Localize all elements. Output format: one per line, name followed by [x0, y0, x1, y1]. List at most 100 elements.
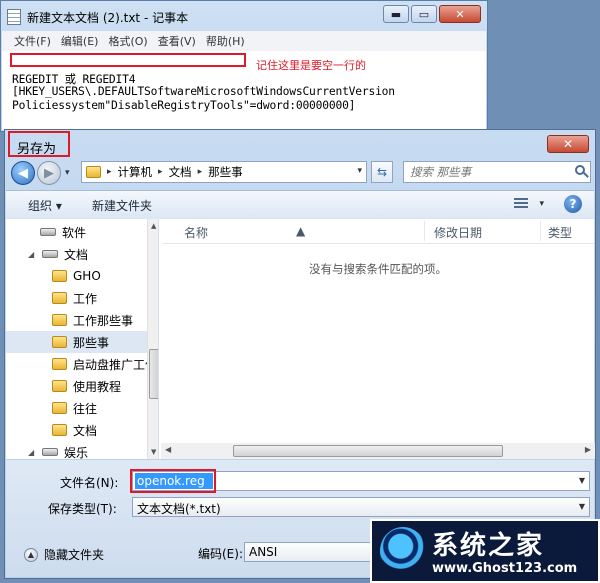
notepad-text-area[interactable]: 记住这里是要空一行的 REGEDIT 或 REGEDIT4 [HKEY_USER…: [2, 51, 486, 130]
menu-file[interactable]: 文件(F): [14, 33, 51, 49]
scroll-down-arrow-icon[interactable]: ▼: [151, 448, 156, 456]
tree-item-gho[interactable]: GHO: [52, 265, 101, 287]
notepad-icon: [7, 9, 21, 25]
forward-button[interactable]: ▶: [37, 161, 61, 185]
tree-scrollbar[interactable]: ▲ ▼: [147, 219, 158, 459]
column-headers: ▲ 名称 修改日期 类型: [162, 219, 594, 244]
tree-item-label: 工作那些事: [73, 313, 134, 328]
collapse-arrow-icon[interactable]: ◢: [28, 250, 36, 259]
tree-item-wangwang[interactable]: 往往: [52, 397, 97, 419]
breadcrumb-computer[interactable]: 计算机: [118, 164, 153, 180]
tree-item-label: 往往: [73, 401, 98, 416]
tree-item-entertainment[interactable]: ◢ 娱乐: [28, 441, 89, 460]
search-icon[interactable]: [575, 165, 585, 175]
filename-dropdown-icon[interactable]: ▼: [579, 476, 585, 485]
filetype-dropdown-icon[interactable]: ▼: [579, 502, 585, 511]
menu-format[interactable]: 格式(O): [108, 33, 147, 49]
filename-label: 文件名(N):: [60, 476, 119, 490]
menu-edit[interactable]: 编辑(E): [61, 33, 99, 49]
column-name[interactable]: 名称: [184, 224, 208, 241]
tree-item-label: 软件: [62, 225, 87, 240]
tree-item-software[interactable]: 软件: [40, 221, 86, 243]
encoding-value: ANSI: [249, 545, 278, 559]
tree-item-bootdisk[interactable]: 启动盘推广工作: [52, 353, 157, 375]
collapse-arrow-icon[interactable]: ◢: [28, 448, 36, 457]
file-list-hscrollbar[interactable]: ◀ ▶: [161, 443, 595, 459]
refresh-button[interactable]: ⇆: [371, 161, 393, 183]
encoding-select[interactable]: ANSI: [244, 542, 374, 562]
hscroll-thumb[interactable]: [233, 445, 503, 457]
tree-item-label: GHO: [73, 269, 101, 283]
hide-folders-button[interactable]: ▲ 隐藏文件夹: [24, 546, 104, 563]
scroll-up-arrow-icon[interactable]: ▲: [151, 222, 156, 230]
maximize-button[interactable]: ▭: [411, 5, 437, 23]
back-button[interactable]: ◀: [11, 161, 35, 185]
address-sep[interactable]: ▸: [158, 167, 163, 177]
watermark-logo: 系统之家 www.Ghost123.com: [370, 519, 600, 583]
notepad-titlebar: 新建文本文档 (2).txt - 记事本: [7, 7, 188, 27]
views-dropdown[interactable]: ▾: [539, 199, 544, 209]
new-folder-button[interactable]: 新建文件夹: [92, 197, 152, 214]
tree-item-label: 文档: [73, 423, 98, 438]
tree-item-label: 工作: [73, 291, 98, 306]
folder-icon: [52, 292, 67, 304]
help-icon[interactable]: ?: [564, 195, 582, 213]
tree-scroll-thumb[interactable]: [149, 349, 158, 399]
filetype-label: 保存类型(T):: [48, 502, 117, 516]
minimize-button[interactable]: ▬: [383, 5, 409, 23]
tree-item-docs-folder[interactable]: 文档: [52, 419, 97, 441]
column-divider[interactable]: [424, 221, 425, 241]
hide-folders-label: 隐藏文件夹: [44, 548, 105, 562]
dialog-close-button[interactable]: ✕: [547, 135, 589, 153]
recent-pages-dropdown[interactable]: ▾: [65, 168, 70, 178]
notepad-close-button[interactable]: ✕: [439, 5, 481, 23]
scroll-left-arrow-icon[interactable]: ◀: [165, 445, 171, 454]
tree-item-documents-drive[interactable]: ◢ 文档: [28, 243, 88, 265]
tree-item-work-things[interactable]: 工作那些事: [52, 309, 133, 331]
drive-icon: [42, 448, 58, 456]
file-list[interactable]: ▲ 名称 修改日期 类型 没有与搜索条件匹配的项。: [162, 219, 594, 459]
dialog-title: 另存为: [17, 142, 57, 157]
column-modified[interactable]: 修改日期: [434, 224, 482, 241]
filetype-select[interactable]: 文本文档(*.txt) ▼: [132, 497, 590, 517]
tree-item-label: 娱乐: [64, 445, 89, 460]
notepad-title: 新建文本文档 (2).txt - 记事本: [27, 10, 189, 25]
folder-icon: [52, 380, 67, 392]
sort-up-arrow-icon: ▲: [296, 224, 306, 238]
column-type[interactable]: 类型: [548, 224, 572, 241]
logo-swirl-icon: [380, 527, 426, 575]
refresh-icon: ⇆: [376, 165, 388, 179]
dialog-toolbar: 组织 ▾ 新建文件夹 ▾ ?: [6, 190, 594, 220]
organize-button[interactable]: 组织 ▾: [28, 197, 62, 214]
tree-item-label: 启动盘推广工作: [73, 357, 158, 372]
address-sep[interactable]: ▸: [107, 167, 112, 177]
breadcrumb-current[interactable]: 那些事: [208, 164, 243, 180]
text-line-2: [HKEY_USERS\.DEFAULTSoftwareMicrosoftWin…: [12, 85, 395, 98]
tree-item-work[interactable]: 工作: [52, 287, 97, 309]
address-folder-icon: [86, 166, 101, 178]
notepad-window: 新建文本文档 (2).txt - 记事本 ▬ ▭ ✕ 文件(F) 编辑(E) 格…: [0, 0, 488, 132]
tree-item-label: 那些事: [73, 335, 110, 350]
address-dropdown[interactable]: ▾: [357, 166, 362, 176]
breadcrumb-documents[interactable]: 文档: [169, 164, 192, 180]
column-divider[interactable]: [540, 221, 541, 241]
empty-message: 没有与搜索条件匹配的项。: [309, 262, 447, 276]
tree-item-label: 使用教程: [73, 379, 122, 394]
navigation-tree[interactable]: 软件 ◢ 文档 GHO 工作 工作那些事 那些事 启动盘推广工作 使用教程 往往…: [6, 219, 159, 459]
empty-line-note: 记住这里是要空一行的: [256, 59, 366, 72]
folder-icon: [52, 402, 67, 414]
search-input[interactable]: [404, 162, 572, 182]
address-sep[interactable]: ▸: [198, 167, 203, 177]
folder-icon: [52, 336, 67, 348]
views-icon[interactable]: [514, 198, 528, 210]
search-box[interactable]: [403, 161, 591, 183]
save-as-dialog: 另存为 ✕ ◀ ▶ ▾ ▸ 计算机 ▸ 文档 ▸ 那些事 ▾ ⇆ 组织 ▾ 新建…: [4, 129, 596, 579]
menu-view[interactable]: 查看(V): [158, 33, 196, 49]
tree-item-selected[interactable]: 那些事: [6, 331, 147, 353]
tree-item-tutorials[interactable]: 使用教程: [52, 375, 121, 397]
scroll-right-arrow-icon[interactable]: ▶: [585, 445, 591, 454]
notepad-menubar: 文件(F) 编辑(E) 格式(O) 查看(V) 帮助(H): [2, 31, 486, 51]
menu-help[interactable]: 帮助(H): [206, 33, 245, 49]
drive-icon: [40, 228, 56, 236]
address-bar[interactable]: ▸ 计算机 ▸ 文档 ▸ 那些事 ▾: [81, 161, 367, 183]
